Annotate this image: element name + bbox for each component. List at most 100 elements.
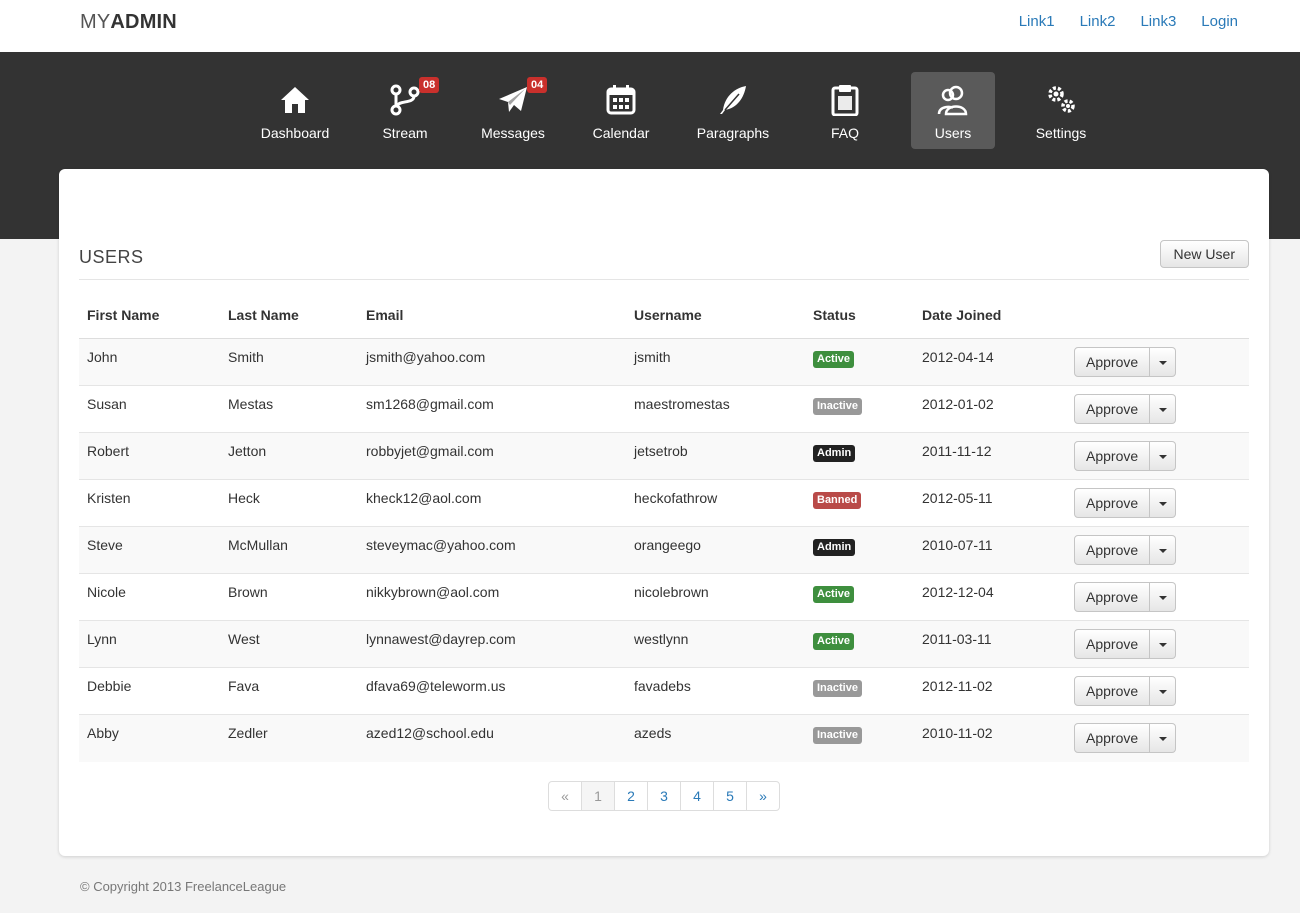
approve-button[interactable]: Approve [1074,723,1151,753]
cell-last-name: Jetton [220,432,358,480]
new-user-button[interactable]: New User [1159,240,1249,268]
col-header-date-joined[interactable]: Date Joined [914,292,1066,339]
col-header-email[interactable]: Email [358,292,626,339]
approve-button[interactable]: Approve [1074,676,1151,706]
cell-actions: Approve [1066,479,1249,527]
gears-icon [1048,86,1075,113]
table-row: Abby Zedler azed12@school.edu azeds Inactive… [79,714,1249,762]
status-badge: Active [813,586,855,603]
login-link[interactable]: Login [1201,13,1238,30]
cell-last-name: West [220,620,358,668]
approve-dropdown-toggle[interactable] [1150,488,1177,518]
paper-plane-icon [499,87,527,112]
cell-username: azeds [626,714,805,762]
approve-dropdown-toggle[interactable] [1150,582,1177,612]
status-badge: Inactive [813,398,862,415]
approve-button-group: Approve [1074,347,1177,377]
top-link-2[interactable]: Link2 [1080,13,1116,30]
approve-button[interactable]: Approve [1074,394,1151,424]
top-link-1[interactable]: Link1 [1019,13,1055,30]
cell-actions: Approve [1066,338,1249,386]
status-badge: Admin [813,445,856,462]
page-next[interactable]: » [746,782,779,810]
approve-button[interactable]: Approve [1074,441,1151,471]
cell-actions: Approve [1066,432,1249,480]
cell-actions: Approve [1066,620,1249,668]
nav-item-faq[interactable]: FAQ [803,72,887,149]
cell-status: Admin [805,526,914,574]
cell-first-name: Kristen [79,479,220,527]
col-header-username[interactable]: Username [626,292,805,339]
approve-button[interactable]: Approve [1074,347,1151,377]
cell-first-name: Debbie [79,667,220,715]
nav-item-settings[interactable]: Settings [1019,72,1103,149]
approve-dropdown-toggle[interactable] [1150,347,1177,377]
col-header-last-name[interactable]: Last Name [220,292,358,339]
table-row: Lynn West lynnawest@dayrep.com westlynn Acti… [79,620,1249,668]
approve-button-group: Approve [1074,535,1177,565]
nav-item-users[interactable]: Users [911,72,995,149]
table-row: Susan Mestas sm1268@gmail.com maestromestas… [79,385,1249,433]
calendar-icon [606,85,636,115]
nav-item-calendar[interactable]: Calendar [579,72,663,149]
approve-button-group: Approve [1074,488,1177,518]
brand-logo[interactable]: MYADMIN [80,11,177,34]
approve-dropdown-toggle[interactable] [1150,723,1177,753]
top-header: MYADMIN Link1 Link2 Link3 Login [0,0,1300,53]
approve-dropdown-toggle[interactable] [1150,535,1177,565]
top-link-3[interactable]: Link3 [1140,13,1176,30]
cell-status: Banned [805,479,914,527]
cell-last-name: Smith [220,338,358,386]
cell-last-name: Heck [220,479,358,527]
cell-status: Inactive [805,385,914,433]
cell-status: Active [805,338,914,386]
cell-email: azed12@school.edu [358,714,626,762]
approve-dropdown-toggle[interactable] [1150,394,1177,424]
nav-item-dashboard[interactable]: Dashboard [253,72,337,149]
nav-item-stream[interactable]: 08 Stream [363,72,447,149]
users-panel: USERS New User First Name Last Name Emai… [59,169,1269,856]
caret-down-icon [1158,502,1167,507]
caret-down-icon [1158,690,1167,695]
nav-item-paragraphs[interactable]: Paragraphs [691,72,775,149]
cell-status: Inactive [805,714,914,762]
cell-first-name: Nicole [79,573,220,621]
page-4[interactable]: 4 [680,782,713,810]
approve-dropdown-toggle[interactable] [1150,676,1177,706]
cell-username: jetsetrob [626,432,805,480]
col-header-first-name[interactable]: First Name [79,292,220,339]
cell-first-name: Abby [79,714,220,762]
approve-button[interactable]: Approve [1074,535,1151,565]
cell-status: Active [805,620,914,668]
nav-label: Settings [1035,125,1087,141]
table-row: Kristen Heck kheck12@aol.com heckofathrow Ba… [79,479,1249,527]
cell-username: nicolebrown [626,573,805,621]
top-links: Link1 Link2 Link3 Login [1019,13,1238,30]
clipboard-icon [831,85,859,116]
approve-dropdown-toggle[interactable] [1150,629,1177,659]
cell-email: robbyjet@gmail.com [358,432,626,480]
caret-down-icon [1158,737,1167,742]
page-prev[interactable]: « [549,782,581,810]
brand-part1: MY [80,11,111,33]
branch-icon [390,84,420,116]
nav-label: FAQ [830,125,859,141]
nav-label: Users [934,125,972,141]
approve-button[interactable]: Approve [1074,488,1151,518]
cell-first-name: Susan [79,385,220,433]
page-2[interactable]: 2 [614,782,647,810]
approve-dropdown-toggle[interactable] [1150,441,1177,471]
cell-actions: Approve [1066,714,1249,762]
cell-username: heckofathrow [626,479,805,527]
page-3[interactable]: 3 [647,782,680,810]
approve-button[interactable]: Approve [1074,629,1151,659]
col-header-status[interactable]: Status [805,292,914,339]
cell-actions: Approve [1066,385,1249,433]
nav-item-messages[interactable]: 04 Messages [471,72,555,149]
page-5[interactable]: 5 [713,782,746,810]
cell-email: dfava69@teleworm.us [358,667,626,715]
page-1[interactable]: 1 [581,782,614,810]
approve-button[interactable]: Approve [1074,582,1151,612]
cell-actions: Approve [1066,667,1249,715]
cell-username: westlynn [626,620,805,668]
